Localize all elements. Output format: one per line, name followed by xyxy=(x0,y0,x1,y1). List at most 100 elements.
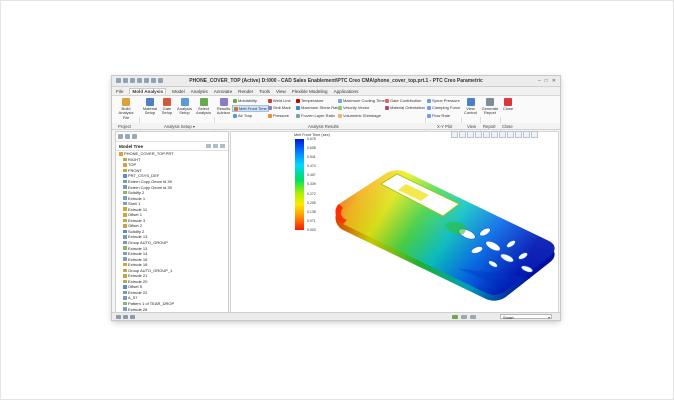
model-tree-item-label: Extrude 14 xyxy=(128,251,148,257)
close-icon[interactable]: ✕ xyxy=(552,78,556,84)
material-orientation-button[interactable]: Material Orientation xyxy=(385,105,425,110)
selection-filter-icon[interactable] xyxy=(461,314,467,319)
toggle-navigator-icon[interactable] xyxy=(116,314,121,319)
gate-setup-button[interactable]: Gate Setup xyxy=(160,98,174,116)
maximize-icon[interactable]: □ xyxy=(545,78,548,84)
minimize-icon[interactable]: – xyxy=(538,78,541,84)
material-setup-button[interactable]: Material Setup xyxy=(142,98,158,116)
tab-applications[interactable]: Applications xyxy=(334,89,359,94)
sink-mark-button[interactable]: Sink Mark xyxy=(268,105,291,110)
model-tree-item-label: Offset 2 xyxy=(128,223,142,229)
model-tree-item-label: RIGHT xyxy=(128,156,141,162)
tab-analysis[interactable]: Analysis xyxy=(191,89,208,94)
tab-tools[interactable]: Tools xyxy=(259,89,270,94)
tab-flexible-modeling[interactable]: Flexible Modeling xyxy=(292,89,328,94)
title-bar: PHONE_COVER_TOP (Active) D:\000 - CAD Sa… xyxy=(112,76,560,87)
model-tree-item-label: Solidify 2 xyxy=(128,190,145,196)
feature-icon xyxy=(123,207,127,211)
feature-icon xyxy=(123,257,127,261)
graphics-area[interactable]: Melt Front Time (sec) 0.675 0.608 0.541 0.4… xyxy=(230,131,559,314)
flow-rate-button[interactable]: Flow Rate xyxy=(427,113,450,118)
folder-browser-tab-icon[interactable] xyxy=(125,134,130,139)
pressure-button[interactable]: Pressure xyxy=(268,113,289,118)
weld-line-button[interactable]: Weld Line xyxy=(268,98,291,103)
model-tree-item-label: Extrude 18 xyxy=(128,262,148,268)
sink-mark-icon xyxy=(268,105,272,110)
moldability-button[interactable]: Moldability xyxy=(233,98,257,103)
material-icon xyxy=(146,98,154,106)
toggle-browser-icon[interactable] xyxy=(123,314,128,319)
tab-annotate[interactable]: Annotate xyxy=(214,89,232,94)
model-tree-item-label: Extrude 1 xyxy=(128,195,146,201)
volumetric-shrinkage-button[interactable]: Volumetric Shrinkage xyxy=(338,113,381,118)
shear-rate-icon xyxy=(296,105,300,110)
maximum-cooling-time-button[interactable]: Maximum Cooling Time xyxy=(338,98,385,103)
tab-view[interactable]: View xyxy=(276,89,286,94)
feature-icon xyxy=(123,296,127,300)
generate-report-button[interactable]: Generate Report xyxy=(482,98,498,116)
feature-icon xyxy=(119,152,123,156)
model-tree-item-label: A_57 xyxy=(128,295,138,301)
tab-model[interactable]: Model xyxy=(172,89,185,94)
feature-icon xyxy=(123,307,127,311)
frozen-layer-ratio-button[interactable]: Frozen Layer Ratio xyxy=(296,113,335,118)
selection-filter-dropdown[interactable]: Smart xyxy=(500,314,552,320)
build-analysis-file-button[interactable]: Build Analysis File xyxy=(115,98,137,120)
temperature-button[interactable]: Temperature xyxy=(296,98,323,103)
selected-items-icon[interactable] xyxy=(470,314,476,319)
air-trap-icon xyxy=(233,113,237,118)
model-tree-tab-icon[interactable] xyxy=(118,134,123,139)
close-button[interactable]: Close xyxy=(502,98,514,111)
model-tree-item-label: Extrude 13 xyxy=(128,234,148,240)
group-label-xy-plot: X-Y Plot xyxy=(437,123,453,129)
tree-columns-icon[interactable] xyxy=(220,144,225,148)
model-tree-panel: Model Tree PHONE_COVER_TOP.PRT RIGHT TOP FR… xyxy=(115,131,229,317)
model-tree-item-label: PRT_CSYS_DEF xyxy=(128,173,160,179)
model-tree-item-label: Extern Copy Geom id 39 xyxy=(128,184,172,190)
moldability-icon xyxy=(233,98,237,103)
favorites-tab-icon[interactable] xyxy=(132,134,137,139)
feature-icon xyxy=(123,185,127,189)
maximum-shear-rate-button[interactable]: Maximum Shear Rate xyxy=(296,105,340,110)
model-tree-item-label: Extrude 28 xyxy=(128,306,148,312)
melt-front-time-button[interactable]: Melt Front Time xyxy=(232,105,269,112)
feature-icon xyxy=(123,218,127,223)
feature-icon xyxy=(123,290,127,295)
model-tree-item-label: Extrude 22 xyxy=(128,289,148,295)
feature-icon xyxy=(123,168,127,173)
regeneration-status-icon[interactable] xyxy=(452,314,458,319)
air-trap-button[interactable]: Air Trap xyxy=(233,113,252,118)
model-tree-item-label: Group AUTO_GROUP xyxy=(128,240,168,246)
feature-icon xyxy=(123,240,127,245)
material-orientation-icon xyxy=(385,105,389,110)
pressure-icon xyxy=(268,113,272,118)
feature-icon xyxy=(123,229,127,234)
report-icon xyxy=(486,98,494,106)
gate-contribution-icon xyxy=(385,98,389,103)
view-control-button[interactable]: View Control xyxy=(463,98,478,116)
group-label-analysis-setup[interactable]: Analysis Setup ▾ xyxy=(164,124,195,129)
build-icon xyxy=(122,98,130,106)
tree-settings-icon[interactable] xyxy=(206,144,211,148)
tab-file[interactable]: File xyxy=(116,89,123,94)
navigator-tabs xyxy=(116,132,228,142)
analysis-setup-button[interactable]: Analysis Setup xyxy=(176,98,193,116)
sprue-pressure-button[interactable]: Sprue Pressure xyxy=(427,98,460,103)
tab-mold-analysis[interactable]: Mold Analysis xyxy=(129,88,167,94)
select-analysis-button[interactable]: Select Analysis xyxy=(195,98,212,116)
model-tree-item-label: Extern Copy Geom id 39 xyxy=(128,179,172,184)
creo-window: PHONE_COVER_TOP (Active) D:\000 - CAD Sa… xyxy=(112,76,560,320)
gate-contribution-button[interactable]: Gate Contribution xyxy=(385,98,421,103)
group-label-view: View xyxy=(467,123,477,129)
results-advisor-button[interactable]: Results Advisor xyxy=(216,98,231,116)
feature-icon xyxy=(123,201,127,206)
tab-render[interactable]: Render xyxy=(238,89,253,94)
feature-icon xyxy=(123,163,127,167)
tree-filter-icon[interactable] xyxy=(213,144,218,148)
model-tree-item-label: FRONT xyxy=(128,167,142,173)
full-screen-icon[interactable] xyxy=(130,314,135,319)
plot-icon xyxy=(427,105,431,110)
clamping-force-button[interactable]: Clamping Force xyxy=(427,105,460,110)
velocity-vector-button[interactable]: Velocity Vector xyxy=(338,105,369,110)
model-tree-item-label: Extrude 21 xyxy=(128,273,148,279)
